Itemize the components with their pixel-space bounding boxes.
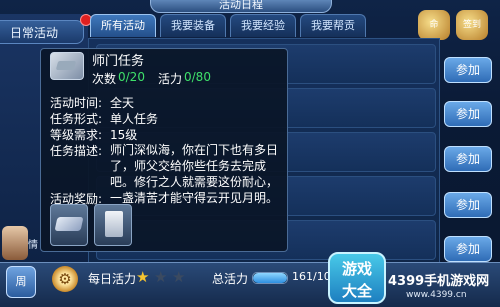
quest-icon [50, 52, 84, 80]
desc-label: 任务描述: [50, 144, 103, 158]
join-button[interactable]: 参加 [444, 192, 492, 218]
vitality-value: 0/80 [184, 70, 211, 84]
calendar-button[interactable]: 周 [6, 266, 36, 298]
vitality-progress-bar [252, 272, 288, 284]
window-title: 活动日程 [150, 0, 332, 13]
star-icon: ★ [154, 268, 168, 286]
quest-name: 师门任务 [92, 54, 145, 69]
join-button[interactable]: 参加 [444, 146, 492, 172]
logo-line1: 游戏 [341, 260, 372, 278]
tab-all-activities[interactable]: 所有活动 [90, 14, 156, 37]
watermark-url: www.4399.cn [406, 290, 467, 300]
logo-line2: 大全 [341, 282, 372, 300]
vitality-progress-fill [253, 273, 287, 283]
side-label: 情 [28, 240, 38, 251]
desc-value: 师门深似海，你在门下也有多日了，师父交给你些任务去完成吧。修行之人就需要这份耐心… [110, 143, 279, 205]
join-button[interactable]: 参加 [444, 236, 492, 262]
reward-item[interactable] [94, 204, 132, 246]
daily-vitality-label: 每日活力 [88, 272, 137, 286]
tab-daily-activities[interactable]: 日常活动 [0, 20, 84, 44]
watermark-site: 4399手机游戏网 [388, 274, 490, 289]
tab-experience[interactable]: 我要经验 [230, 14, 296, 37]
level-value: 15级 [110, 128, 138, 142]
count-value: 0/20 [118, 70, 145, 84]
time-value: 全天 [110, 96, 135, 110]
form-value: 单人任务 [110, 112, 159, 126]
gear-icon[interactable]: ⚙ [52, 266, 78, 292]
silver-ingot-icon [54, 217, 84, 231]
join-button[interactable]: 参加 [444, 101, 492, 127]
fortune-icon[interactable]: 命 [418, 10, 450, 40]
time-label: 活动时间: [50, 96, 103, 110]
watermark-logo: 游戏 大全 [328, 252, 386, 304]
sign-in-icon[interactable]: 签到 [456, 10, 488, 40]
star-icon: ★ [136, 268, 150, 286]
form-label: 任务形式: [50, 112, 103, 126]
activity-tabs: 所有活动 我要装备 我要经验 我要帮贡 [90, 14, 366, 38]
npc-avatar [2, 226, 28, 260]
reward-item[interactable] [50, 204, 88, 246]
star-icon: ★ [172, 268, 186, 286]
tab-equipment[interactable]: 我要装备 [160, 14, 226, 37]
vitality-label: 活力 [158, 72, 183, 86]
level-label: 等级需求: [50, 128, 103, 142]
scroll-icon [105, 211, 123, 237]
count-label: 次数 [92, 72, 117, 86]
join-button[interactable]: 参加 [444, 57, 492, 83]
tab-contribution[interactable]: 我要帮贡 [300, 14, 366, 37]
total-vitality-label: 总活力 [212, 272, 249, 286]
